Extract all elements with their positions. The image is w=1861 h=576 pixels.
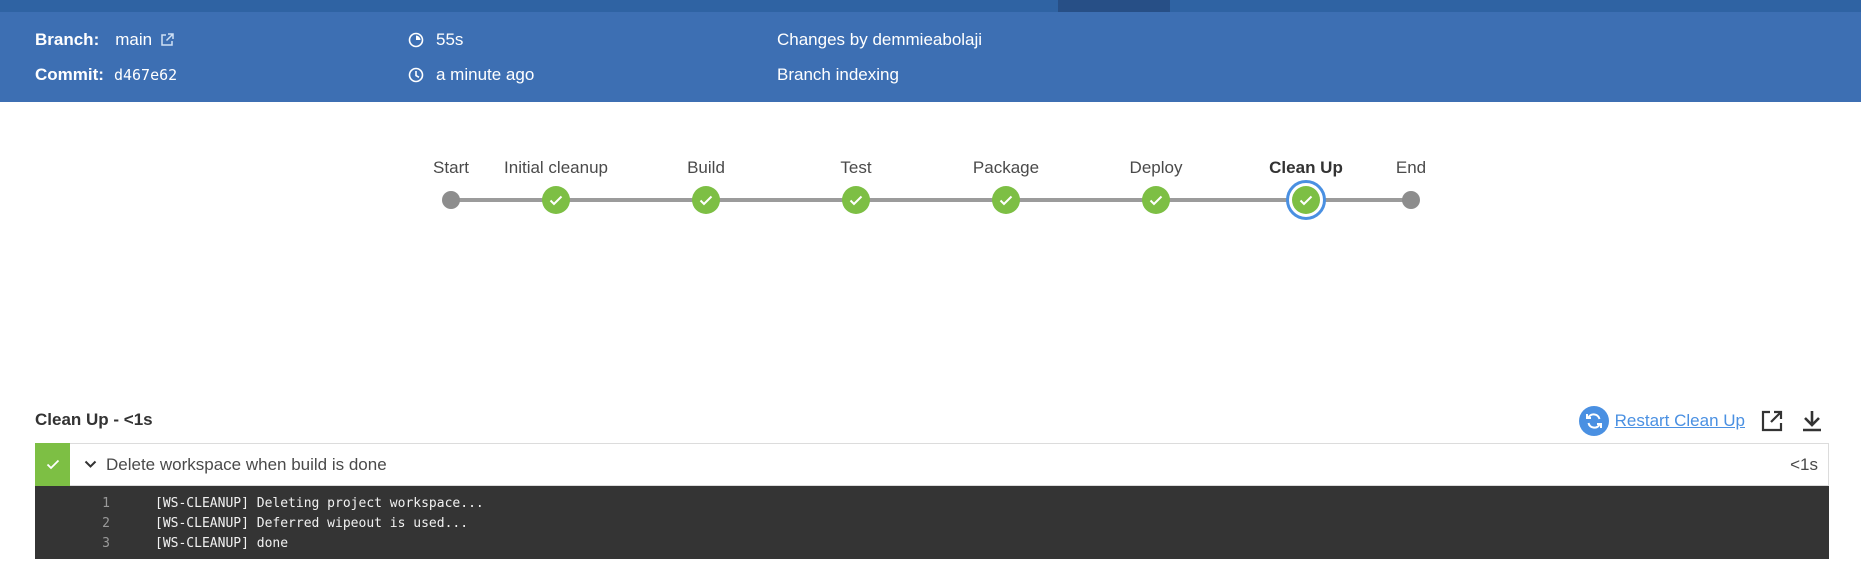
open-in-new-window-icon[interactable] [1759,408,1785,434]
cause-text: Branch indexing [777,65,899,84]
duration-info: 55s [407,28,463,52]
download-icon[interactable] [1799,408,1825,434]
branch-label: Branch: [35,30,100,49]
branch-info: Branch: main [35,28,176,52]
restart-icon[interactable] [1578,406,1609,436]
step-name[interactable]: Delete workspace when build is done [106,455,387,475]
stage-label-package[interactable]: Package [973,158,1039,178]
stage-node-test[interactable] [842,186,870,214]
branch-value[interactable]: main [115,30,152,50]
log-line: 2 [WS-CLEANUP] Deferred wipeout is used.… [35,513,1829,533]
clock-icon [407,66,425,84]
check-icon [46,459,59,469]
log-line-text: [WS-CLEANUP] done [155,535,289,551]
restart-stage-link[interactable]: Restart Clean Up [1615,411,1745,431]
log-line: 1 [WS-CLEANUP] Deleting project workspac… [35,493,1829,513]
log-line: 3 [WS-CLEANUP] done [35,533,1829,553]
stage-node-clean-up-selected[interactable] [1286,180,1326,220]
cause-info: Branch indexing [777,63,899,87]
top-strip-segment [1058,0,1170,12]
stage-label-deploy[interactable]: Deploy [1130,158,1183,178]
time-ago: a minute ago [436,65,535,84]
log-line-text: [WS-CLEANUP] Deferred wipeout is used... [155,515,469,531]
check-icon [549,195,563,205]
duration-icon [407,31,425,49]
top-strip [0,0,1861,12]
duration-value: 55s [436,30,464,49]
commit-info: Commit: d467e62 [35,63,177,87]
commit-label: Commit: [35,65,104,84]
step-panel-actions: Restart Clean Up [1578,406,1825,436]
stage-label-start: Start [433,158,469,177]
log-line-number[interactable]: 3 [35,536,155,551]
check-icon [999,195,1013,205]
log-line-text: [WS-CLEANUP] Deleting project workspace.… [155,495,484,511]
console-log: 1 [WS-CLEANUP] Deleting project workspac… [35,486,1829,559]
log-line-number[interactable]: 2 [35,516,155,531]
stage-label-initial-cleanup[interactable]: Initial cleanup [504,158,608,178]
stage-node-deploy[interactable] [1142,186,1170,214]
stage-label-test[interactable]: Test [840,158,871,178]
stage-node-build[interactable] [692,186,720,214]
check-icon [1299,195,1313,205]
stage-node-end [1402,191,1420,209]
run-header: Branch: main Commit: d467e62 55s a minut… [0,12,1861,102]
stage-label-clean-up[interactable]: Clean Up [1269,158,1343,178]
commit-value[interactable]: d467e62 [114,66,177,84]
pipeline-rail [451,198,1411,202]
stage-node-start [442,191,460,209]
stage-label-end: End [1395,158,1427,177]
stage-node-initial-cleanup[interactable] [542,186,570,214]
check-icon [849,195,863,205]
stage-label-build[interactable]: Build [687,158,725,178]
step-duration: <1s [1790,454,1818,474]
stage-node-package[interactable] [992,186,1020,214]
stage-node-clean-up [1292,186,1320,214]
step-row[interactable]: Delete workspace when build is done <1s [35,442,1829,486]
step-status-success [35,442,70,486]
check-icon [699,195,713,205]
chevron-down-icon[interactable] [78,460,102,469]
step-panel-title: Clean Up - <1s [35,410,153,429]
external-link-icon[interactable] [158,31,176,49]
changes-text[interactable]: Changes by demmieabolaji [777,30,982,50]
restart-stage-button[interactable]: Restart Clean Up [1578,406,1745,436]
log-line-number[interactable]: 1 [35,496,155,511]
check-icon [1149,195,1163,205]
time-info: a minute ago [407,63,534,87]
changes-info[interactable]: Changes by demmieabolaji [777,28,982,52]
